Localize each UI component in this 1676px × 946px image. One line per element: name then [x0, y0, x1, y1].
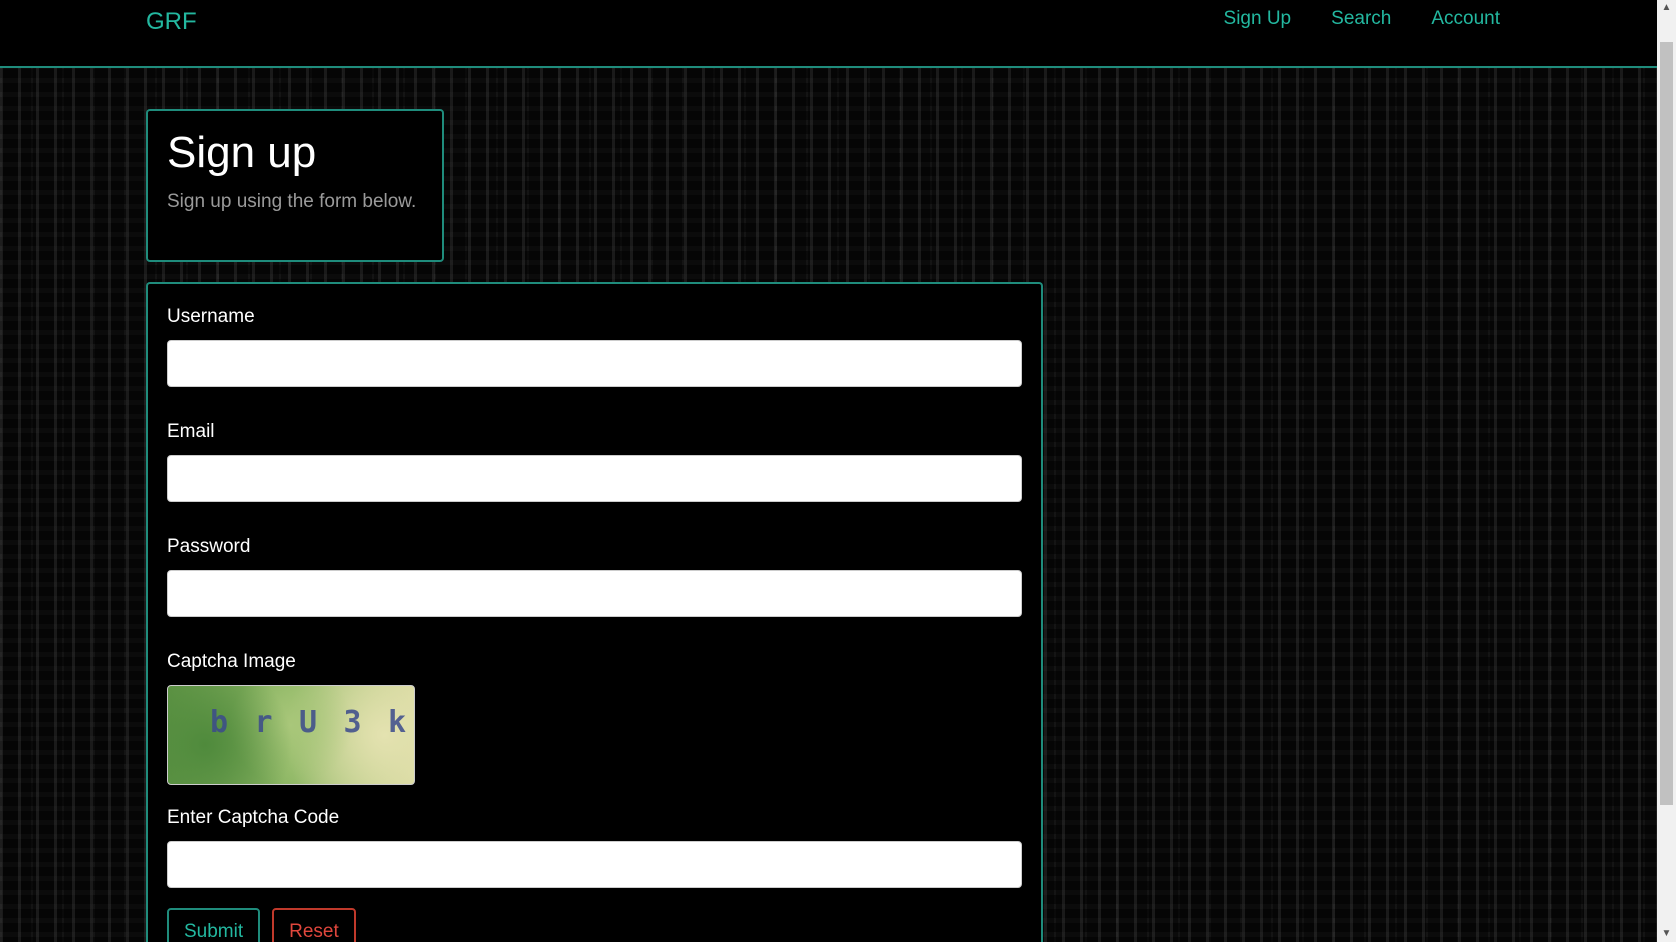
captcha-text: b r U 3 k	[210, 705, 406, 740]
vertical-scrollbar[interactable]: ▲ ▼	[1657, 0, 1676, 942]
email-input[interactable]	[167, 455, 1022, 502]
nav-link-search[interactable]: Search	[1331, 8, 1391, 30]
nav-link-account[interactable]: Account	[1431, 8, 1500, 30]
title-card: Sign up Sign up using the form below.	[146, 109, 444, 262]
password-input[interactable]	[167, 570, 1022, 617]
captcha-image-label: Captcha Image	[167, 651, 296, 672]
reset-button[interactable]: Reset	[272, 908, 356, 946]
username-input[interactable]	[167, 340, 1022, 387]
submit-button[interactable]: Submit	[167, 908, 261, 946]
password-label: Password	[167, 536, 251, 557]
username-label: Username	[167, 306, 255, 327]
page-subtitle: Sign up using the form below.	[167, 191, 417, 213]
signup-form: Username Email Password Captcha Image b …	[146, 282, 1043, 946]
form-actions: Submit Reset	[167, 908, 1022, 946]
captcha-code-label: Enter Captcha Code	[167, 807, 340, 828]
scroll-thumb[interactable]	[1660, 42, 1673, 805]
top-navbar: GRF Sign Up Search Account	[0, 0, 1657, 68]
scroll-down-icon[interactable]: ▼	[1657, 926, 1676, 942]
email-label: Email	[167, 421, 215, 442]
captcha-code-input[interactable]	[167, 841, 1022, 888]
page-title: Sign up	[167, 128, 317, 177]
brand-link[interactable]: GRF	[146, 8, 197, 36]
page: GRF Sign Up Search Account Sign up Sign …	[0, 0, 1676, 946]
bottom-edge	[0, 942, 1676, 946]
scroll-up-icon[interactable]: ▲	[1657, 0, 1676, 16]
nav-links: Sign Up Search Account	[1224, 8, 1500, 30]
captcha-image: b r U 3 k	[167, 685, 415, 785]
nav-link-sign-up[interactable]: Sign Up	[1224, 8, 1292, 30]
